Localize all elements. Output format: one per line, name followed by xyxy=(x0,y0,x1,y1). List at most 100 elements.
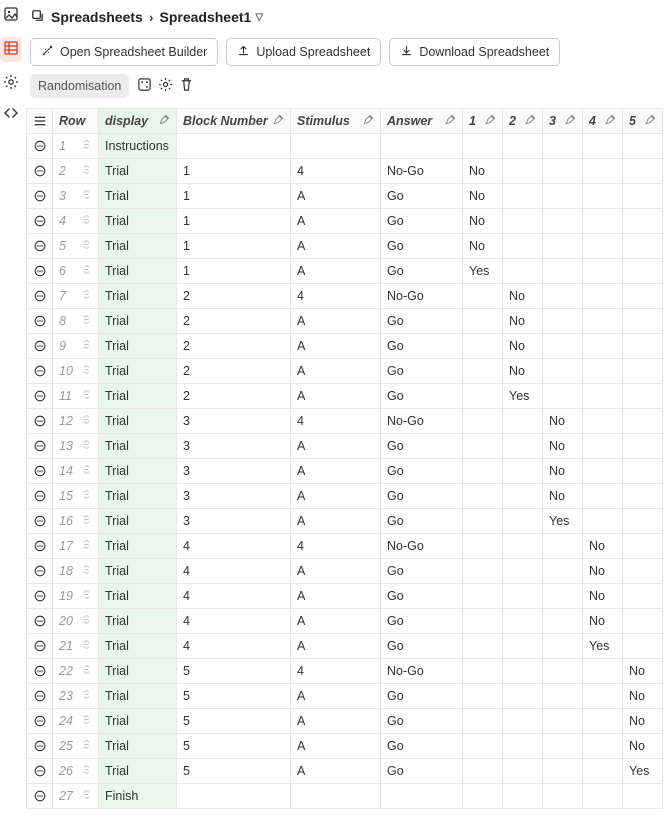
col2-header[interactable]: 2 xyxy=(503,109,543,134)
drag-icon[interactable] xyxy=(81,264,92,278)
answer-cell[interactable]: Go xyxy=(381,334,463,359)
display-cell[interactable]: Trial xyxy=(99,434,177,459)
display-cell[interactable]: Trial xyxy=(99,284,177,309)
c2-cell[interactable] xyxy=(503,584,543,609)
c1-cell[interactable]: No xyxy=(463,209,503,234)
randomisation-button[interactable]: Randomisation xyxy=(30,74,129,98)
row-menu-button[interactable] xyxy=(27,534,53,559)
block-cell[interactable]: 2 xyxy=(177,359,291,384)
c4-cell[interactable] xyxy=(583,334,623,359)
c2-cell[interactable] xyxy=(503,534,543,559)
c5-cell[interactable] xyxy=(623,359,663,384)
c2-cell[interactable]: No xyxy=(503,284,543,309)
block-cell[interactable]: 5 xyxy=(177,684,291,709)
dropdown-icon[interactable]: ▽ xyxy=(255,12,263,23)
row-menu-button[interactable] xyxy=(27,309,53,334)
answer-cell[interactable]: Go xyxy=(381,209,463,234)
c5-cell[interactable] xyxy=(623,609,663,634)
c5-cell[interactable]: No xyxy=(623,734,663,759)
c5-cell[interactable] xyxy=(623,159,663,184)
c1-cell[interactable] xyxy=(463,709,503,734)
block-cell[interactable]: 4 xyxy=(177,584,291,609)
stimulus-header[interactable]: Stimulus xyxy=(291,109,381,134)
stimulus-cell[interactable]: A xyxy=(291,459,381,484)
c4-cell[interactable] xyxy=(583,784,623,809)
dice-icon[interactable] xyxy=(137,77,152,95)
c5-cell[interactable] xyxy=(623,234,663,259)
row-number[interactable]: 21 xyxy=(53,634,99,659)
row-menu-button[interactable] xyxy=(27,184,53,209)
c1-cell[interactable] xyxy=(463,509,503,534)
c4-cell[interactable]: No xyxy=(583,559,623,584)
c3-cell[interactable] xyxy=(543,559,583,584)
c2-cell[interactable]: No xyxy=(503,334,543,359)
c3-cell[interactable] xyxy=(543,634,583,659)
c5-cell[interactable] xyxy=(623,384,663,409)
block-cell[interactable] xyxy=(177,784,291,809)
c5-cell[interactable] xyxy=(623,434,663,459)
answer-cell[interactable] xyxy=(381,134,463,159)
c3-cell[interactable] xyxy=(543,384,583,409)
row-menu-button[interactable] xyxy=(27,509,53,534)
c3-cell[interactable] xyxy=(543,659,583,684)
answer-cell[interactable]: Go xyxy=(381,684,463,709)
c2-cell[interactable] xyxy=(503,159,543,184)
display-cell[interactable]: Trial xyxy=(99,759,177,784)
c1-cell[interactable] xyxy=(463,584,503,609)
row-number[interactable]: 8 xyxy=(53,309,99,334)
c5-cell[interactable] xyxy=(623,559,663,584)
c2-cell[interactable] xyxy=(503,259,543,284)
c4-cell[interactable] xyxy=(583,359,623,384)
col3-header[interactable]: 3 xyxy=(543,109,583,134)
row-menu-button[interactable] xyxy=(27,284,53,309)
c1-cell[interactable] xyxy=(463,734,503,759)
answer-cell[interactable]: Go xyxy=(381,234,463,259)
c3-cell[interactable] xyxy=(543,734,583,759)
drag-icon[interactable] xyxy=(81,339,92,353)
c4-cell[interactable] xyxy=(583,309,623,334)
c3-cell[interactable] xyxy=(543,159,583,184)
display-cell[interactable]: Trial xyxy=(99,309,177,334)
c3-cell[interactable] xyxy=(543,784,583,809)
block-cell[interactable]: 1 xyxy=(177,209,291,234)
stimulus-cell[interactable]: 4 xyxy=(291,284,381,309)
display-cell[interactable]: Trial xyxy=(99,234,177,259)
c4-cell[interactable] xyxy=(583,209,623,234)
c3-cell[interactable] xyxy=(543,284,583,309)
row-number[interactable]: 5 xyxy=(53,234,99,259)
answer-cell[interactable]: Go xyxy=(381,584,463,609)
row-menu-button[interactable] xyxy=(27,209,53,234)
breadcrumb-root[interactable]: Spreadsheets xyxy=(51,9,143,25)
c1-cell[interactable] xyxy=(463,284,503,309)
c3-cell[interactable] xyxy=(543,359,583,384)
c5-cell[interactable]: Yes xyxy=(623,759,663,784)
c3-cell[interactable]: No xyxy=(543,484,583,509)
drag-icon[interactable] xyxy=(81,414,92,428)
row-number[interactable]: 23 xyxy=(53,684,99,709)
c4-cell[interactable] xyxy=(583,759,623,784)
display-cell[interactable]: Trial xyxy=(99,734,177,759)
c5-cell[interactable]: No xyxy=(623,684,663,709)
c4-cell[interactable]: No xyxy=(583,534,623,559)
drag-icon[interactable] xyxy=(81,389,92,403)
c4-cell[interactable] xyxy=(583,434,623,459)
block-cell[interactable]: 3 xyxy=(177,509,291,534)
drag-icon[interactable] xyxy=(81,239,92,253)
c5-cell[interactable] xyxy=(623,409,663,434)
row-number[interactable]: 1 xyxy=(53,134,99,159)
c4-cell[interactable] xyxy=(583,509,623,534)
answer-cell[interactable]: Go xyxy=(381,359,463,384)
c5-cell[interactable] xyxy=(623,509,663,534)
pencil-icon[interactable] xyxy=(445,114,456,128)
c1-cell[interactable] xyxy=(463,309,503,334)
stimulus-cell[interactable]: A xyxy=(291,759,381,784)
answer-cell[interactable]: Go xyxy=(381,434,463,459)
c1-cell[interactable] xyxy=(463,384,503,409)
answer-cell[interactable] xyxy=(381,784,463,809)
c5-cell[interactable] xyxy=(623,534,663,559)
col4-header[interactable]: 4 xyxy=(583,109,623,134)
display-cell[interactable]: Trial xyxy=(99,584,177,609)
display-cell[interactable]: Trial xyxy=(99,259,177,284)
download-button[interactable]: Download Spreadsheet xyxy=(389,38,560,66)
block-cell[interactable]: 2 xyxy=(177,334,291,359)
